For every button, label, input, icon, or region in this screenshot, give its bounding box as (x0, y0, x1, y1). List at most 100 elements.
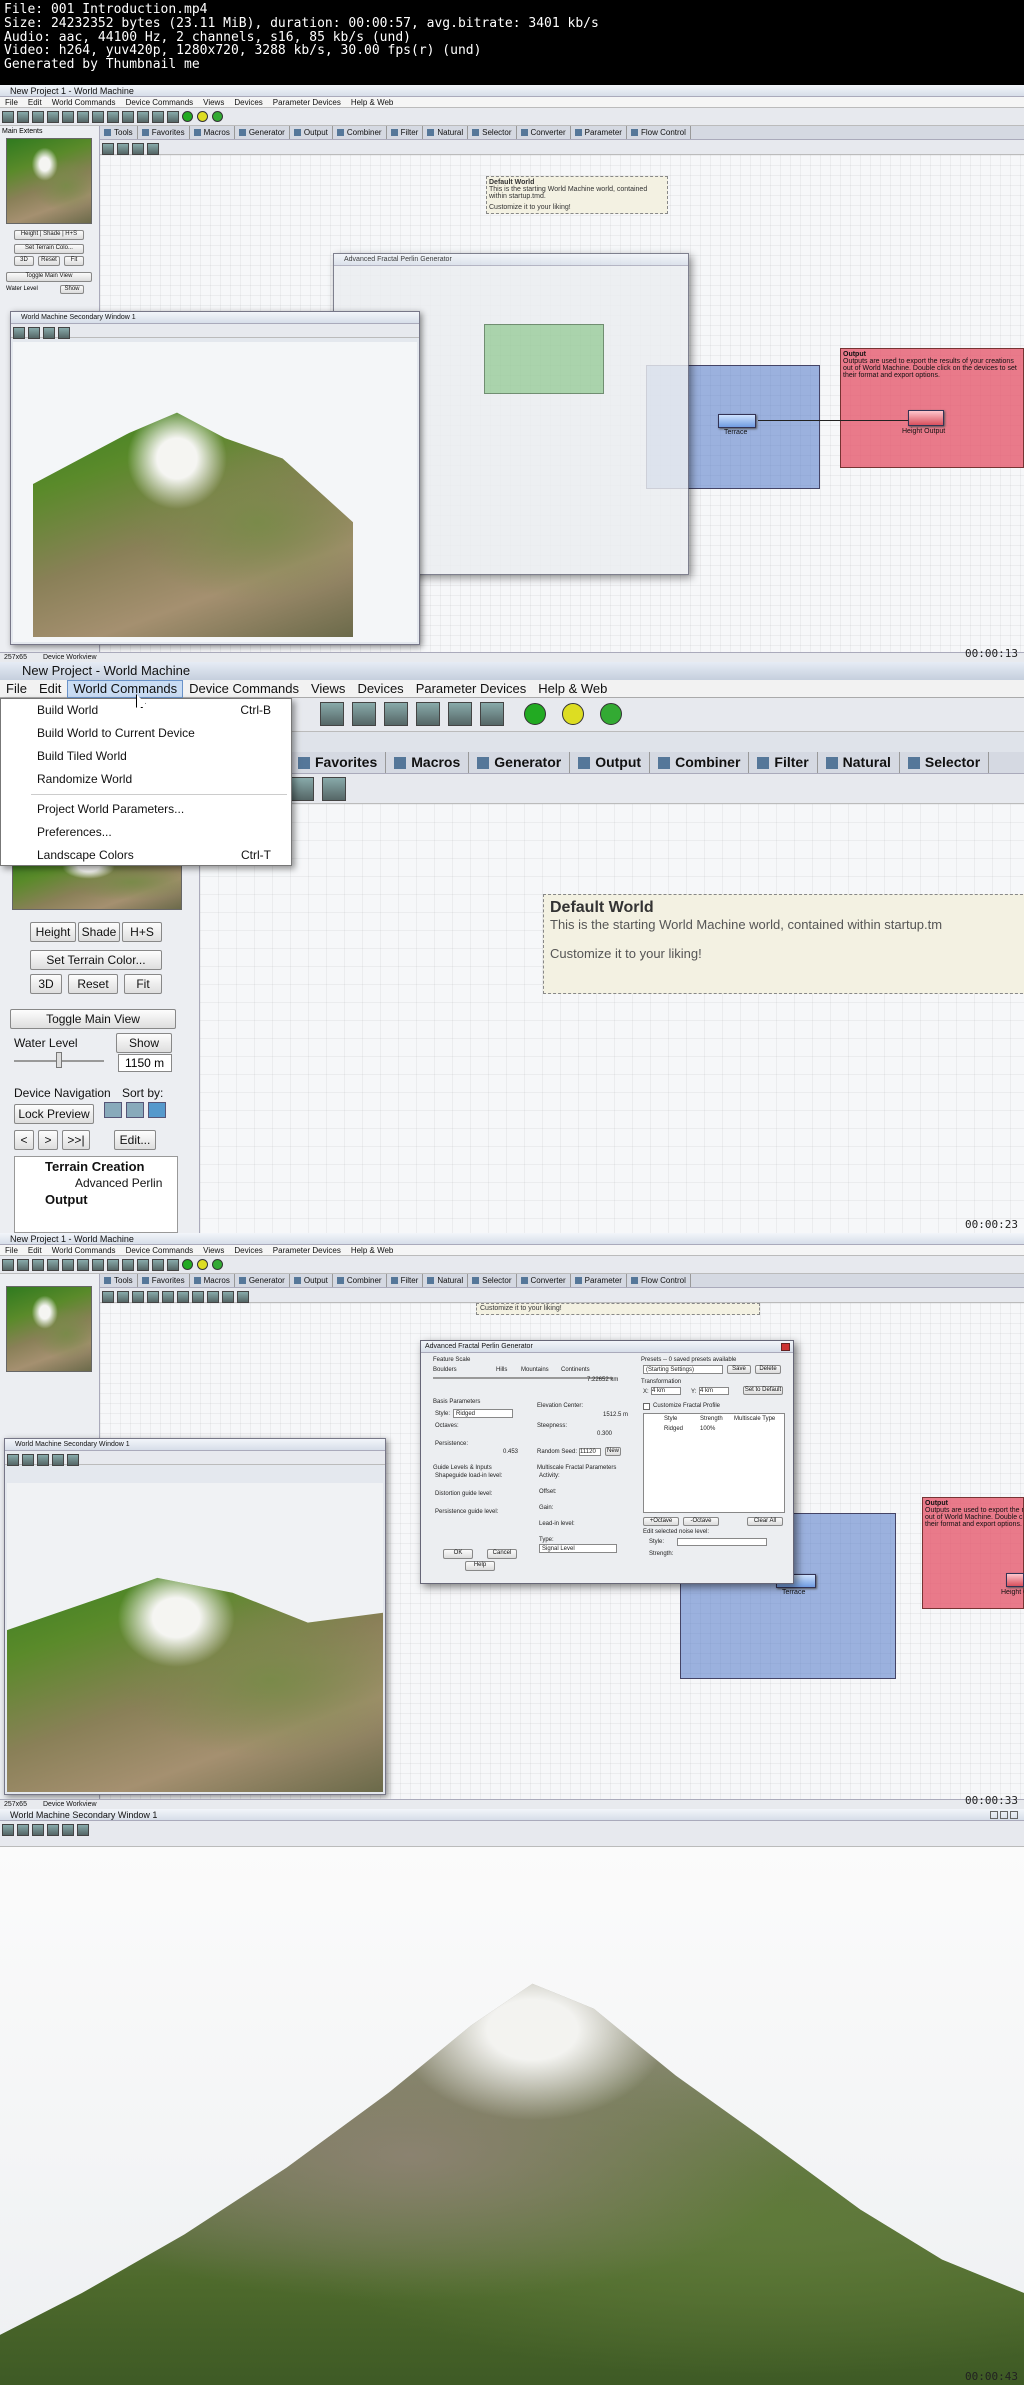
output-group-box[interactable]: Output Outputs are used to export the re… (840, 348, 1024, 468)
tree-output[interactable]: Output (15, 1190, 177, 1207)
render-icon[interactable] (37, 1454, 49, 1466)
hs-button[interactable]: H+S (122, 922, 162, 942)
height-output-device[interactable] (908, 410, 944, 426)
menu-world-commands[interactable]: World Commands (52, 1246, 116, 1255)
toggle-main-view-button[interactable]: Toggle Main View (10, 1009, 176, 1029)
tab-combiner[interactable]: Combiner (333, 126, 387, 139)
terrain-icon[interactable] (152, 1259, 164, 1271)
light-icon[interactable] (58, 327, 70, 339)
ok-button[interactable]: OK (443, 1549, 473, 1559)
default-world-note[interactable]: Customize it to your liking! (476, 1303, 760, 1315)
gen-advanced-icon[interactable] (237, 1291, 249, 1303)
device-workview[interactable] (200, 804, 1024, 1233)
sort-alpha-icon[interactable] (104, 1102, 122, 1118)
yellow-ball-icon[interactable] (197, 111, 208, 122)
menu-views[interactable]: Views (203, 98, 224, 107)
tab-converter[interactable]: Converter (517, 126, 571, 139)
tab-flow-control[interactable]: Flow Control (627, 126, 691, 139)
layout-icon[interactable] (107, 111, 119, 123)
fractal-dialog[interactable]: Advanced Fractal Perlin Generator Featur… (420, 1340, 794, 1584)
gen-constant-icon[interactable] (147, 1291, 159, 1303)
device-tree[interactable]: Terrain Creation Advanced Perlin Output (14, 1156, 178, 1233)
window-controls[interactable] (990, 1811, 1020, 1819)
tab-favorites[interactable]: Favorites (290, 752, 387, 773)
group-tool-icon[interactable] (132, 143, 144, 155)
tab-filter[interactable]: Filter (387, 126, 424, 139)
print-icon[interactable] (47, 1259, 59, 1271)
color-icon[interactable] (480, 702, 504, 726)
color-icon[interactable] (67, 1454, 79, 1466)
render-view[interactable] (13, 342, 417, 642)
close-icon[interactable] (781, 1343, 790, 1351)
menu-file[interactable]: File (5, 98, 18, 107)
light-icon[interactable] (52, 1454, 64, 1466)
color-icon[interactable] (167, 111, 179, 123)
tree-advanced-perlin[interactable]: Advanced Perlin (15, 1174, 177, 1190)
grid-icon[interactable] (352, 702, 376, 726)
height-shade-buttons[interactable]: Height | Shade | H+S (14, 230, 84, 240)
customize-checkbox[interactable] (643, 1403, 650, 1410)
default-world-note[interactable]: Default World This is the starting World… (486, 176, 668, 214)
globe-help-icon[interactable] (212, 1259, 223, 1270)
tab-selector[interactable]: Selector (468, 1274, 517, 1287)
tab-generator[interactable]: Generator (235, 126, 290, 139)
menu-item-landscape-colors[interactable]: Landscape Colors Ctrl-T (1, 844, 291, 867)
menu-file[interactable]: File (0, 680, 33, 698)
globe-icon[interactable] (137, 111, 149, 123)
water-level-value[interactable]: 1150 m (118, 1054, 172, 1072)
lock-preview-button[interactable]: Lock Preview (14, 1104, 94, 1124)
view-icon[interactable] (320, 702, 344, 726)
prev-device-button[interactable]: < (14, 1130, 34, 1150)
tab-combiner[interactable]: Combiner (333, 1274, 387, 1287)
menu-devices[interactable]: Devices (234, 98, 262, 107)
green-ball-icon[interactable] (182, 1259, 193, 1270)
terrain-icon[interactable] (448, 702, 472, 726)
clear-all-button[interactable]: Clear All (747, 1517, 783, 1526)
menu-world-commands[interactable]: World Commands (52, 98, 116, 107)
fit-button[interactable]: Fit (64, 256, 84, 266)
tab-natural[interactable]: Natural (818, 752, 900, 773)
new-icon[interactable] (2, 111, 14, 123)
style2-select[interactable] (677, 1538, 767, 1546)
render-icon[interactable] (122, 1259, 134, 1271)
tab-natural[interactable]: Natural (423, 1274, 469, 1287)
yellow-ball-icon[interactable] (197, 1259, 208, 1270)
water-show-button[interactable]: Show (60, 285, 84, 294)
menu-file[interactable]: File (5, 1246, 18, 1255)
y-input[interactable]: 4 km (699, 1387, 729, 1395)
open-icon[interactable] (17, 1259, 29, 1271)
set-terrain-color-button[interactable]: Set Terrain Colo... (14, 244, 84, 254)
color-icon[interactable] (167, 1259, 179, 1271)
globe-help-icon[interactable] (212, 111, 223, 122)
style-select[interactable]: Ridged (453, 1409, 513, 1418)
tab-filter[interactable]: Filter (387, 1274, 424, 1287)
3d-button[interactable]: 3D (30, 974, 62, 994)
menu-item-build-current[interactable]: Build World to Current Device (1, 722, 291, 745)
tab-tools[interactable]: Tools (100, 1274, 138, 1287)
menu-edit[interactable]: Edit (28, 1246, 42, 1255)
tab-filter[interactable]: Filter (749, 752, 818, 773)
view-3d-icon[interactable] (17, 1824, 29, 1836)
light-icon[interactable] (47, 1824, 59, 1836)
tab-favorites[interactable]: Favorites (138, 1274, 190, 1287)
tab-macros[interactable]: Macros (190, 126, 235, 139)
frame-tool-icon[interactable] (322, 777, 346, 801)
water-show-button[interactable]: Show (116, 1033, 172, 1053)
menu-edit[interactable]: Edit (28, 98, 42, 107)
view-3d-icon[interactable] (28, 327, 40, 339)
help-button[interactable]: Help (465, 1561, 495, 1571)
tab-parameter[interactable]: Parameter (571, 126, 627, 139)
default-world-note[interactable]: Default World This is the starting World… (543, 894, 1024, 994)
tab-generator[interactable]: Generator (235, 1274, 290, 1287)
minimize-icon[interactable] (990, 1811, 998, 1819)
green-ball-icon[interactable] (182, 111, 193, 122)
green-ball-icon[interactable] (524, 703, 546, 725)
menu-item-build-world[interactable]: Build World Ctrl-B (1, 699, 291, 722)
octave-list[interactable]: Style Strength Multiscale Type Ridged 10… (643, 1413, 785, 1513)
group-tool-icon[interactable] (290, 777, 314, 801)
fit-button[interactable]: Fit (124, 974, 162, 994)
height-output-device[interactable] (1006, 1573, 1024, 1587)
tab-parameter[interactable]: Parameter (571, 1274, 627, 1287)
menu-world-commands[interactable]: World Commands (67, 680, 184, 698)
menu-device-commands[interactable]: Device Commands (126, 98, 194, 107)
